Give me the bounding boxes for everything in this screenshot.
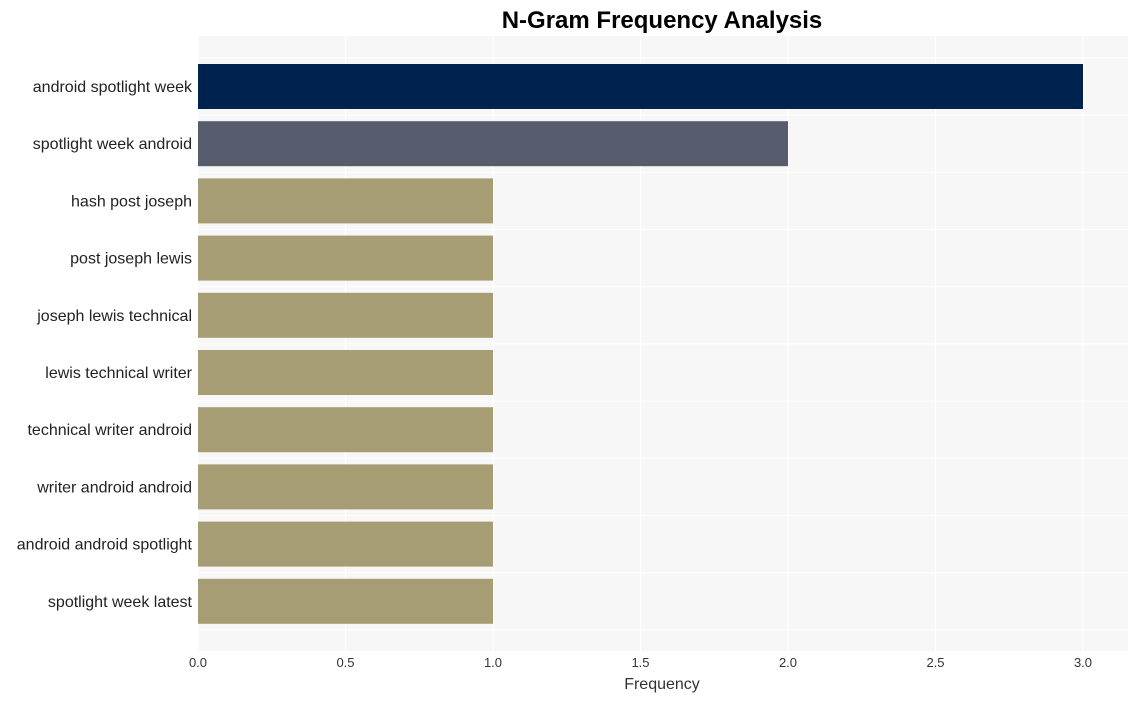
bar — [198, 121, 788, 167]
x-tick-label: 0.0 — [189, 655, 207, 670]
x-tick-label: 3.0 — [1074, 655, 1092, 670]
x-tick-label: 2.5 — [926, 655, 944, 670]
bar — [198, 292, 493, 338]
x-tick-label: 1.0 — [484, 655, 502, 670]
bar — [198, 521, 493, 567]
ngram-bar-chart: android spotlight week spotlight week and… — [17, 7, 1128, 693]
y-tick-label: writer android android — [36, 479, 192, 496]
y-tick-label: android spotlight week — [33, 79, 193, 96]
y-tick-label: lewis technical writer — [45, 365, 192, 382]
y-tick-label: technical writer android — [27, 422, 192, 439]
x-axis-title: Frequency — [624, 676, 700, 693]
y-tick-label: android android spotlight — [17, 537, 193, 554]
bar — [198, 407, 493, 453]
bar — [198, 178, 493, 224]
bar — [198, 464, 493, 510]
bar — [198, 64, 1083, 109]
x-tick-label: 2.0 — [779, 655, 797, 670]
y-tick-label: hash post joseph — [71, 193, 192, 210]
y-tick-label: joseph lewis technical — [36, 308, 192, 325]
x-tick-label: 1.5 — [631, 655, 649, 670]
x-tick-labels: 0.0 0.5 1.0 1.5 2.0 2.5 3.0 — [189, 655, 1092, 670]
bar — [198, 350, 493, 395]
bar — [198, 578, 493, 624]
y-tick-label: spotlight week android — [33, 136, 192, 153]
x-tick-label: 0.5 — [336, 655, 354, 670]
y-tick-labels: android spotlight week spotlight week and… — [17, 79, 193, 611]
bar — [198, 235, 493, 281]
chart-title: N-Gram Frequency Analysis — [502, 7, 823, 34]
y-tick-label: post joseph lewis — [70, 251, 192, 268]
y-tick-label: spotlight week latest — [48, 594, 193, 611]
